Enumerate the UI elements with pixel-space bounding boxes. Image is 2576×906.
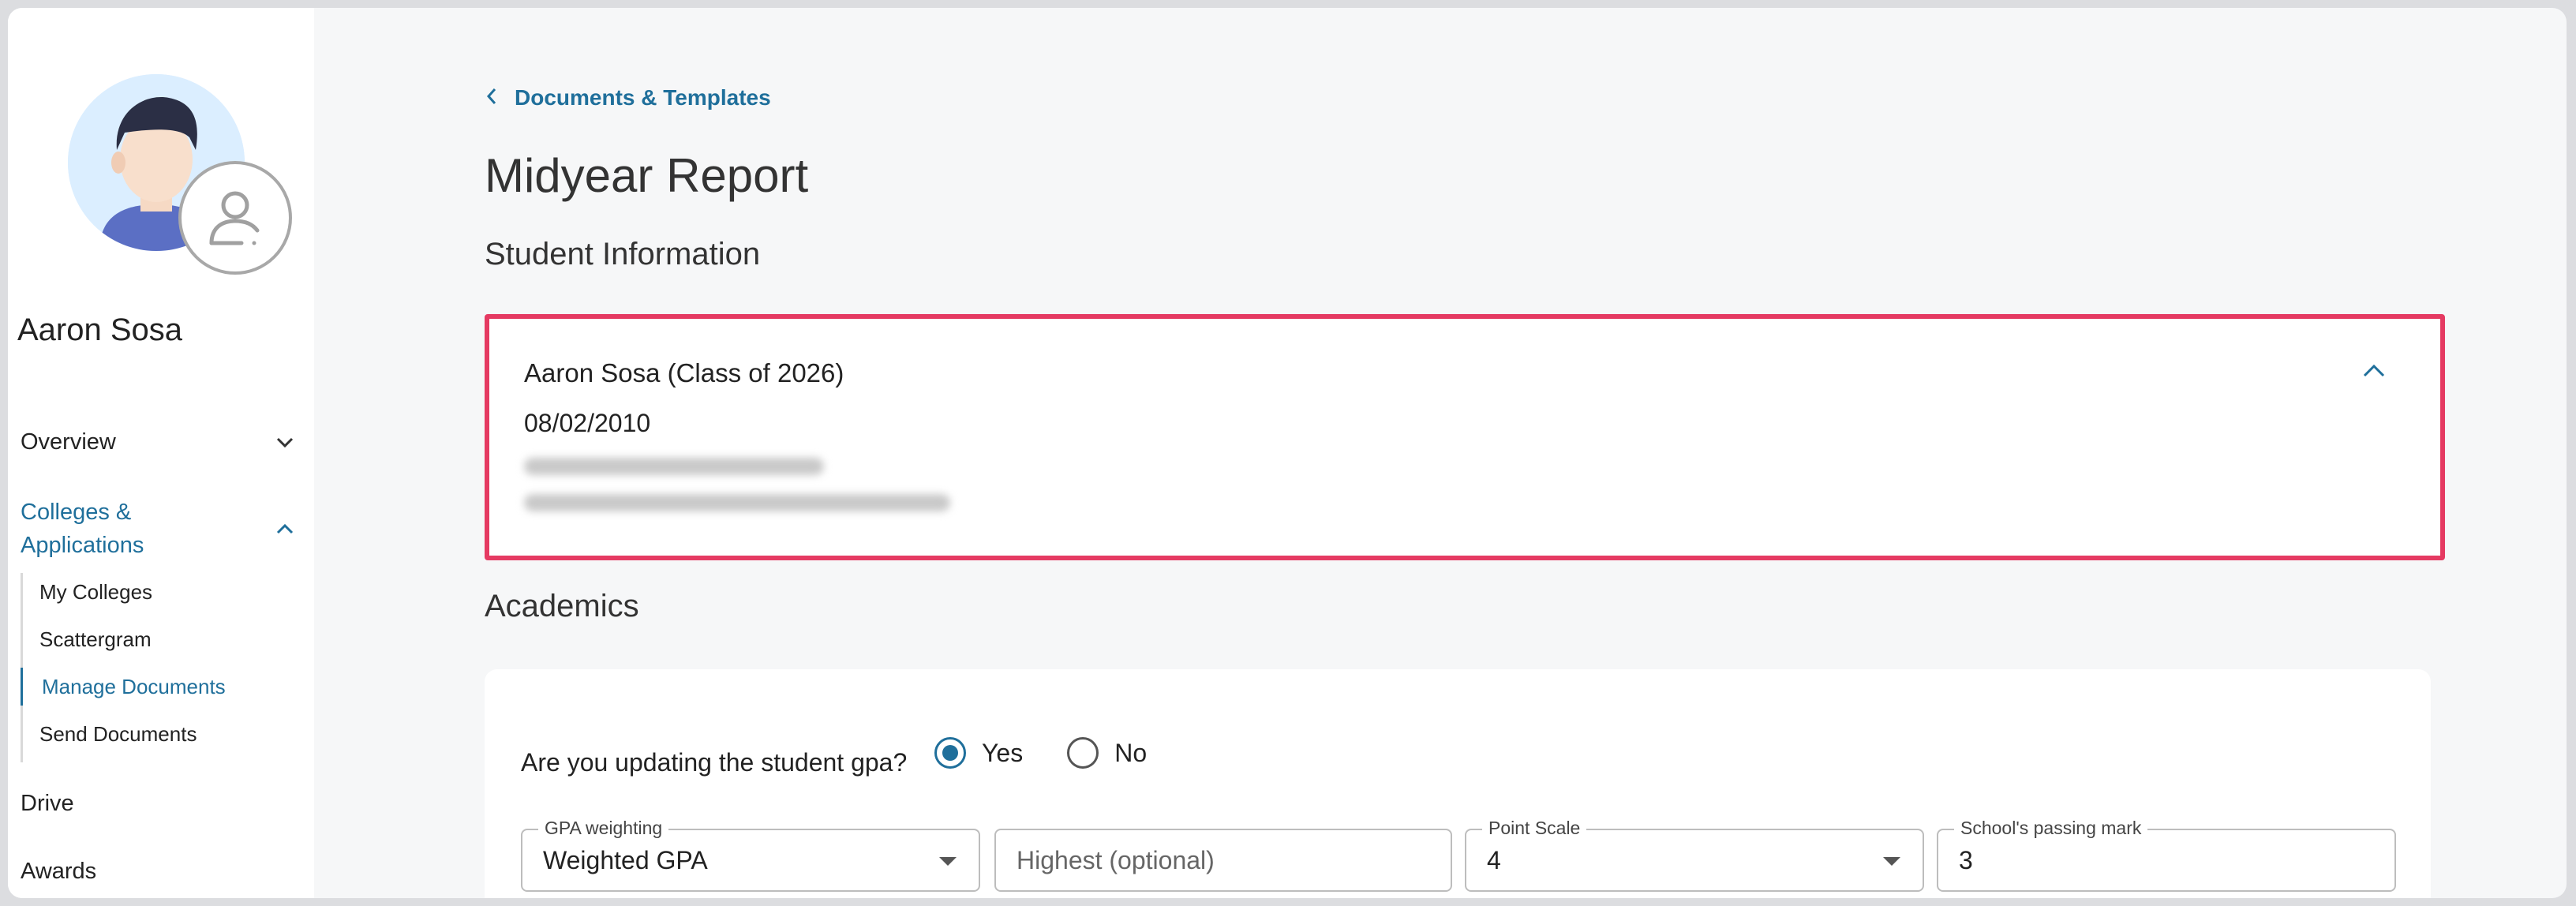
field-value: 4 — [1487, 846, 1501, 874]
sidebar-item-label: Overview — [21, 429, 116, 455]
chevron-up-icon — [273, 517, 297, 541]
user-profile-icon[interactable] — [178, 161, 292, 275]
dropdown-arrow-icon — [1883, 857, 1900, 866]
student-dob: 08/02/2010 — [524, 409, 651, 437]
sidebar: Aaron Sosa Overview Colleges & Applicati… — [8, 8, 314, 898]
collapse-button[interactable] — [2355, 354, 2393, 391]
field-label: GPA weighting — [538, 818, 669, 839]
sidebar-item-label: Awards — [21, 859, 97, 884]
sidebar-subnav: My Colleges Scattergram Manage Documents… — [21, 573, 299, 762]
field-value: 3 — [1959, 846, 1973, 874]
radio-no[interactable]: No — [1067, 737, 1147, 769]
sidebar-item-colleges-applications[interactable]: Colleges & Applications — [21, 496, 297, 562]
academics-panel: Are you updating the student gpa? Yes No… — [485, 669, 2431, 898]
student-info-header: Aaron Sosa (Class of 2026) — [524, 358, 844, 387]
highest-gpa-input[interactable]: Highest (optional) — [994, 829, 1452, 892]
radio-yes[interactable]: Yes — [934, 737, 1023, 769]
point-scale-select[interactable]: Point Scale 4 — [1465, 818, 1924, 892]
radio-checked-icon[interactable] — [934, 737, 966, 769]
gpa-weighting-select[interactable]: GPA weighting Weighted GPA — [521, 818, 980, 892]
field-label: School's passing mark — [1954, 818, 2148, 839]
app-window: Aaron Sosa Overview Colleges & Applicati… — [8, 8, 2567, 898]
sidebar-item-drive[interactable]: Drive — [21, 791, 297, 817]
radio-label-no: No — [1114, 738, 1148, 767]
main-content: Documents & Templates Midyear Report Stu… — [314, 8, 2567, 898]
chevron-down-icon — [273, 431, 297, 455]
student-name: Aaron Sosa — [17, 313, 183, 347]
redacted-text — [524, 494, 950, 511]
chevron-up-icon — [2362, 364, 2386, 382]
student-info-card: Aaron Sosa (Class of 2026) 08/02/2010 — [485, 314, 2445, 560]
sidebar-item-label: Colleges & Applications — [21, 500, 144, 558]
radio-unchecked-icon[interactable] — [1067, 737, 1099, 769]
subnav-item-manage-documents[interactable]: Manage Documents — [21, 668, 294, 706]
gpa-update-question: Are you updating the student gpa? — [521, 748, 908, 777]
sidebar-item-awards[interactable]: Awards — [21, 859, 297, 885]
subnav-item-my-colleges[interactable]: My Colleges — [21, 573, 292, 611]
subnav-item-send-documents[interactable]: Send Documents — [21, 715, 292, 753]
passing-mark-input[interactable]: School's passing mark 3 — [1937, 818, 2396, 892]
sidebar-item-label: Drive — [21, 791, 74, 816]
field-placeholder: Highest (optional) — [1017, 846, 1215, 874]
redacted-text — [524, 458, 824, 475]
dropdown-arrow-icon — [939, 857, 957, 866]
section-title-student-information: Student Information — [485, 237, 761, 271]
radio-label-yes: Yes — [982, 738, 1024, 767]
field-value: Weighted GPA — [543, 846, 708, 874]
page-title: Midyear Report — [485, 149, 809, 202]
breadcrumb[interactable]: Documents & Templates — [486, 85, 771, 110]
subnav-item-scattergram[interactable]: Scattergram — [21, 620, 292, 658]
breadcrumb-link[interactable]: Documents & Templates — [515, 85, 771, 110]
sidebar-item-overview[interactable]: Overview — [21, 429, 297, 455]
field-label: Point Scale — [1482, 818, 1587, 839]
gpa-update-radio-group: Yes No — [934, 737, 1191, 769]
section-title-academics: Academics — [485, 589, 639, 623]
avatar — [68, 74, 297, 279]
chevron-left-icon — [486, 85, 497, 110]
